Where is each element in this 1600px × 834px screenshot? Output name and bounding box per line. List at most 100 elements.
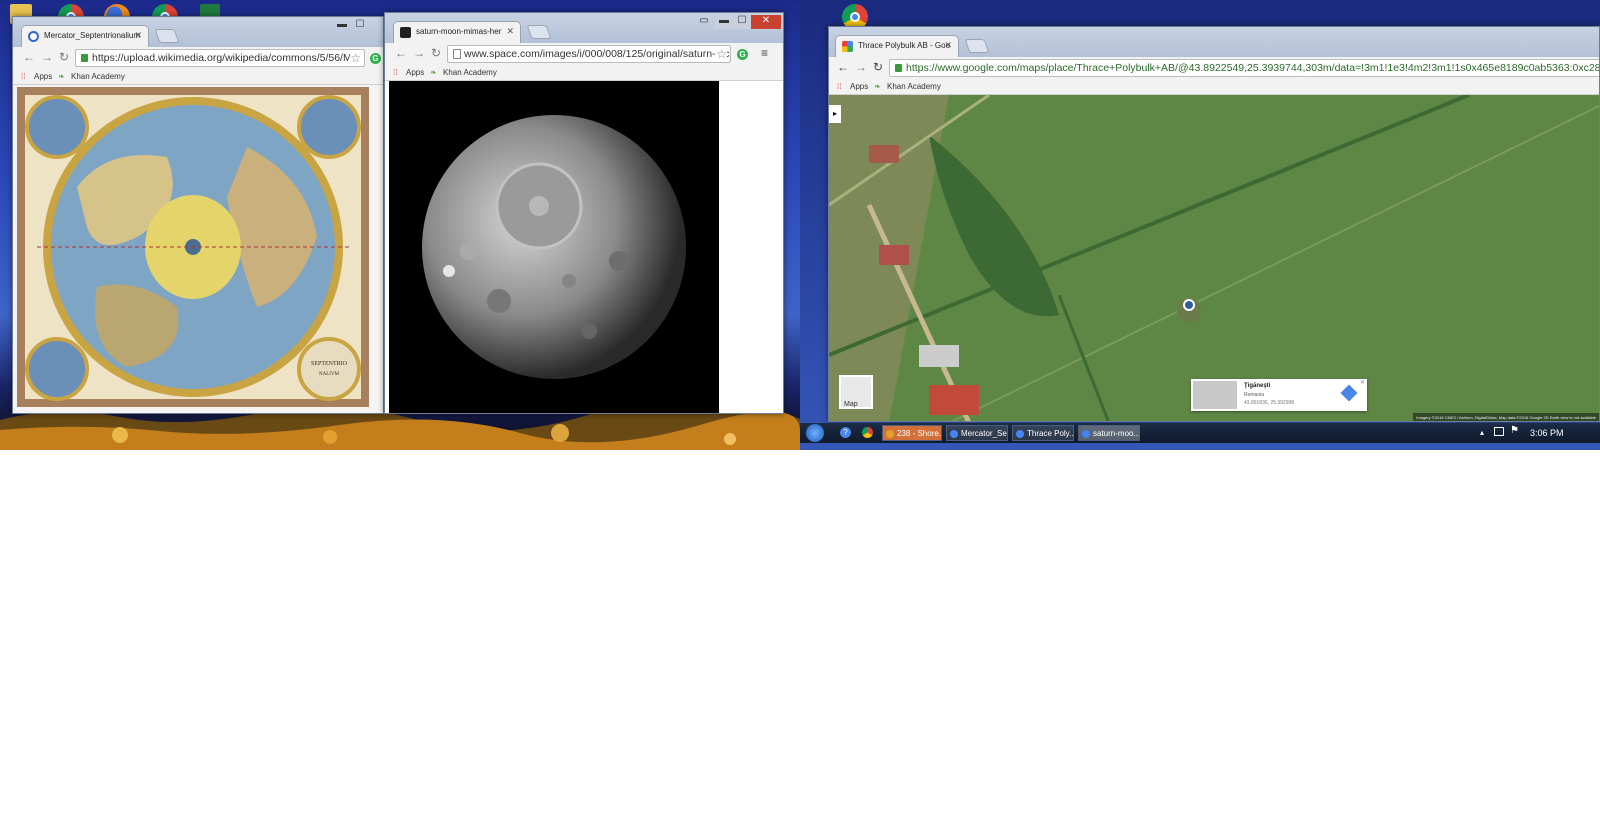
- app-icon: [886, 430, 894, 438]
- clock[interactable]: 3:06 PM: [1530, 428, 1564, 438]
- map-toggle-label: Map: [844, 401, 858, 408]
- toolbar: ← → ↻ www.space.com/images/i/000/008/125…: [385, 43, 783, 65]
- tab-title: Mercator_Septentrionalium: [44, 31, 141, 40]
- directions-icon[interactable]: [1340, 384, 1358, 402]
- lock-icon: [81, 54, 88, 62]
- place-coordinates: 43.891836, 25.392998: [1244, 400, 1295, 406]
- address-bar[interactable]: https://upload.wikimedia.org/wikipedia/c…: [75, 49, 365, 67]
- maximize-button[interactable]: ☐: [733, 15, 751, 29]
- network-icon[interactable]: [1494, 427, 1504, 436]
- new-tab-button[interactable]: [526, 25, 552, 39]
- address-bar[interactable]: www.space.com/images/i/000/008/125/origi…: [447, 45, 731, 63]
- taskbar-item[interactable]: saturn-moo...: [1078, 425, 1140, 441]
- browser-window-mercator: Mercator_Septentrionalium ✕ ▬ ☐ ← → ↻ ht…: [12, 16, 384, 414]
- reload-icon[interactable]: ↻: [59, 50, 69, 64]
- tab-strip: saturn-moon-mimas-her ✕ ▭ ▬ ☐ ✕: [385, 13, 783, 43]
- map-attribution: Imagery ©2016 CNES / Astrium, DigitalGlo…: [1413, 413, 1599, 421]
- chrome-taskbar-icon[interactable]: [862, 427, 873, 438]
- reload-icon[interactable]: ↻: [431, 46, 441, 60]
- image-viewport: SEPTENTRIO NALIVM: [13, 85, 383, 413]
- place-thumbnail: [1193, 381, 1237, 409]
- svg-text:NALIVM: NALIVM: [319, 372, 340, 377]
- taskbar-item-label: Mercator_Se...: [961, 429, 1007, 438]
- taskbar-item-label: Thrace Poly...: [1027, 429, 1074, 438]
- wikimedia-icon: [28, 31, 39, 42]
- page-icon: [453, 49, 461, 59]
- address-bar[interactable]: https://www.google.com/maps/place/Thrace…: [889, 59, 1600, 77]
- windows-start-icon[interactable]: [806, 424, 824, 442]
- close-card-icon[interactable]: ✕: [1360, 379, 1365, 386]
- right-desktop: Thrace Polybulk AB - Goo ✕ ← → ↻ https:/…: [800, 0, 1600, 450]
- map-canvas[interactable]: ▸ Map Ţigăneşti Romania 43.891836, 25.39…: [829, 95, 1599, 421]
- back-icon[interactable]: ←: [395, 46, 407, 60]
- taskbar-item-label: saturn-moo...: [1093, 429, 1140, 438]
- url-text: https://upload.wikimedia.org/wikipedia/c…: [92, 52, 352, 64]
- new-tab-button[interactable]: [154, 29, 180, 43]
- space-com-icon: [400, 27, 411, 38]
- grammarly-icon[interactable]: G: [370, 53, 381, 64]
- place-name: Ţigăneşti: [1244, 383, 1271, 389]
- place-country: Romania: [1244, 392, 1265, 398]
- tab-title: saturn-moon-mimas-her: [416, 27, 502, 36]
- back-icon[interactable]: ←: [23, 50, 35, 64]
- bookmarks-bar: ⁞⁞ Apps ❧ Khan Academy: [13, 69, 383, 85]
- close-tab-icon[interactable]: ✕: [134, 30, 142, 41]
- reload-icon[interactable]: ↻: [873, 60, 883, 74]
- google-maps-icon: [842, 41, 853, 52]
- apps-grid-icon[interactable]: ⁞⁞: [21, 72, 25, 81]
- satellite-imagery: [829, 95, 1599, 421]
- apps-grid-icon[interactable]: ⁞⁞: [837, 82, 841, 91]
- forward-icon[interactable]: →: [413, 46, 425, 60]
- minimize-button[interactable]: ▬: [335, 19, 349, 33]
- menu-icon[interactable]: ≡: [761, 46, 768, 60]
- url-text: www.space.com/images/i/000/008/125/origi…: [464, 48, 730, 60]
- url-text: https://www.google.com/maps/place/Thrace…: [906, 62, 1600, 74]
- forward-icon[interactable]: →: [855, 60, 867, 74]
- flag-icon[interactable]: ⚑: [1510, 425, 1519, 436]
- khan-leaf-icon: ❧: [58, 72, 65, 81]
- bookmark-apps[interactable]: Apps: [34, 72, 52, 81]
- star-icon[interactable]: ☆: [716, 47, 727, 61]
- bookmarks-bar: ⁞⁞ Apps ❧ Khan Academy: [829, 79, 1599, 95]
- taskbar-item-label: 238 - Shore...: [897, 429, 942, 438]
- browser-window-maps: Thrace Polybulk AB - Goo ✕ ← → ↻ https:/…: [828, 26, 1600, 422]
- browser-window-mimas: saturn-moon-mimas-her ✕ ▭ ▬ ☐ ✕ ← → ↻ ww…: [384, 12, 784, 414]
- bookmark-khan-academy[interactable]: Khan Academy: [887, 82, 941, 91]
- help-icon[interactable]: ?: [840, 427, 851, 438]
- taskbar-item[interactable]: Thrace Poly...: [1012, 425, 1074, 441]
- close-window-button[interactable]: ✕: [751, 15, 781, 29]
- forward-icon[interactable]: →: [41, 50, 53, 64]
- maximize-button[interactable]: ☐: [353, 19, 367, 33]
- taskbar: ? 238 - Shore... Mercator_Se... Thrace P…: [800, 423, 1600, 443]
- taskbar-item[interactable]: Mercator_Se...: [946, 425, 1008, 441]
- close-tab-icon[interactable]: ✕: [944, 40, 952, 51]
- bookmark-apps[interactable]: Apps: [850, 82, 868, 91]
- minimize-button[interactable]: ▬: [715, 15, 733, 29]
- grammarly-icon[interactable]: G: [737, 49, 748, 60]
- tab-mercator[interactable]: Mercator_Septentrionalium ✕: [21, 25, 149, 47]
- tab-mimas[interactable]: saturn-moon-mimas-her ✕: [393, 21, 521, 43]
- place-marker-icon[interactable]: [1183, 299, 1195, 311]
- collapse-panel-button[interactable]: ▸: [829, 105, 841, 123]
- lock-icon: [895, 64, 902, 72]
- tray-arrow-icon[interactable]: ▴: [1480, 428, 1484, 437]
- map-view-toggle[interactable]: Map: [839, 375, 873, 409]
- restore-icon[interactable]: ▭: [697, 15, 711, 29]
- star-icon[interactable]: ☆: [350, 51, 361, 65]
- new-tab-button[interactable]: [964, 39, 990, 53]
- tab-title: Thrace Polybulk AB - Goo: [858, 41, 951, 50]
- khan-leaf-icon: ❧: [430, 68, 437, 77]
- bookmark-apps[interactable]: Apps: [406, 68, 424, 77]
- mimas-moon-image: [389, 81, 719, 413]
- bookmark-khan-academy[interactable]: Khan Academy: [71, 72, 125, 81]
- tab-maps[interactable]: Thrace Polybulk AB - Goo ✕: [835, 35, 959, 57]
- khan-leaf-icon: ❧: [874, 82, 881, 91]
- place-info-card[interactable]: Ţigăneşti Romania 43.891836, 25.392998 ✕: [1191, 379, 1367, 411]
- chrome-icon: [1082, 430, 1090, 438]
- apps-grid-icon[interactable]: ⁞⁞: [393, 68, 397, 77]
- taskbar-item[interactable]: 238 - Shore...: [882, 425, 942, 441]
- back-icon[interactable]: ←: [837, 60, 849, 74]
- close-tab-icon[interactable]: ✕: [506, 26, 514, 37]
- chrome-icon: [950, 430, 958, 438]
- bookmark-khan-academy[interactable]: Khan Academy: [443, 68, 497, 77]
